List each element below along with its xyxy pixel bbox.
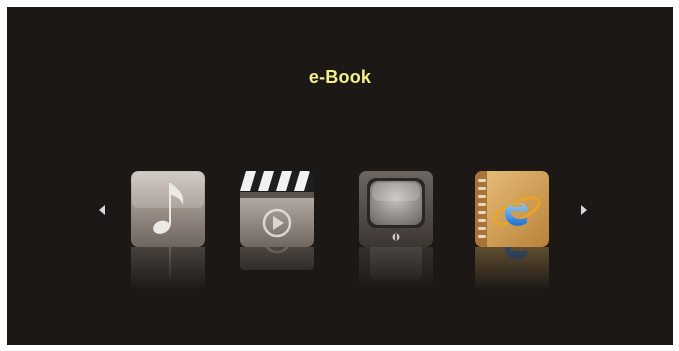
chevron-right-icon[interactable] — [581, 205, 587, 215]
music-icon-reflection — [131, 247, 205, 291]
ebook-icon-reflection — [475, 247, 549, 291]
ebook-icon[interactable] — [475, 171, 549, 247]
clapperboard-icon[interactable] — [240, 171, 314, 247]
clapperboard-icon-reflection — [240, 247, 314, 291]
tv-icon-reflection — [359, 247, 433, 291]
tv-icon[interactable] — [359, 171, 433, 247]
music-note-icon[interactable] — [131, 171, 205, 247]
chevron-left-icon[interactable] — [99, 205, 105, 215]
media-menu-screen: e-Book — [7, 7, 673, 345]
selected-item-title: e-Book — [308, 67, 372, 87]
